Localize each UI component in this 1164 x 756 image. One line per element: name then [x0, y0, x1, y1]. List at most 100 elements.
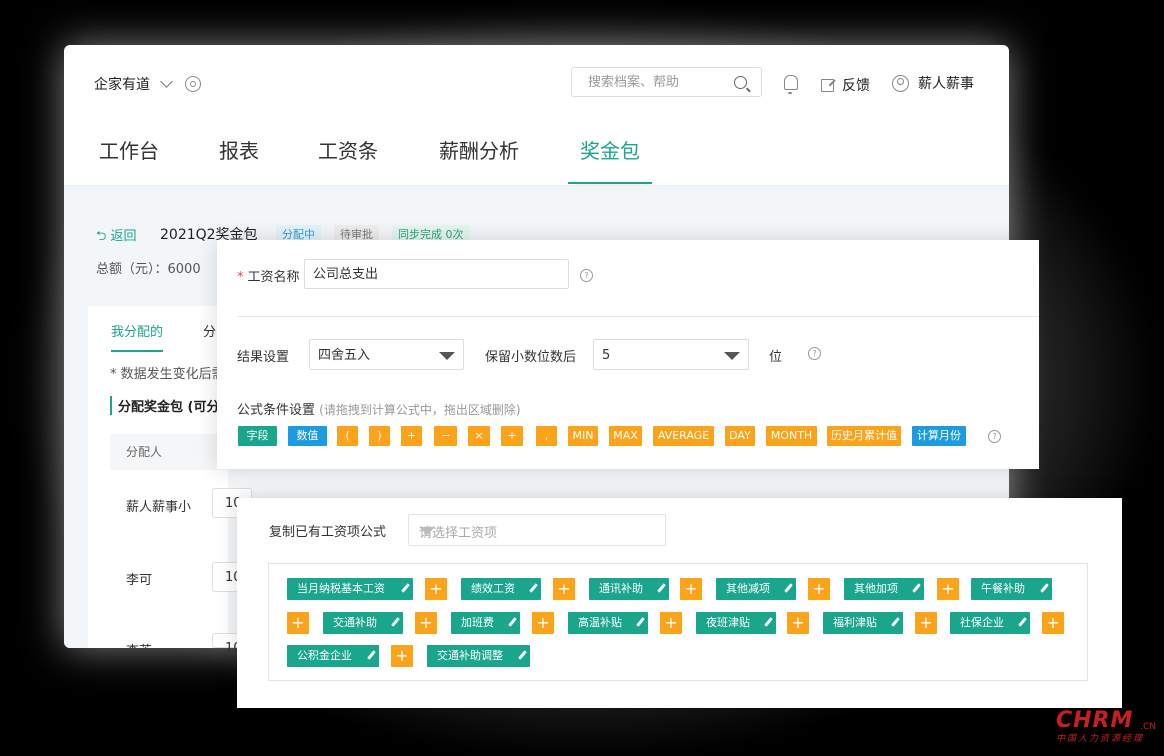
- feedback-button[interactable]: 反馈: [821, 75, 870, 95]
- nav-tab-reports[interactable]: 报表: [219, 135, 259, 182]
- add-button[interactable]: +: [915, 612, 937, 634]
- tab-my-assignments[interactable]: 我分配的: [111, 321, 164, 352]
- pencil-icon[interactable]: [529, 583, 538, 593]
- add-button[interactable]: +: [425, 578, 447, 600]
- search-icon[interactable]: [734, 76, 747, 89]
- salary-item-tag[interactable]: 绩效工资: [461, 578, 541, 600]
- pencil-icon[interactable]: [1040, 583, 1049, 593]
- add-button[interactable]: +: [808, 578, 830, 600]
- pencil-icon[interactable]: [508, 617, 517, 627]
- salary-item-tag[interactable]: 夜班津贴: [696, 612, 776, 634]
- result-setting-label: 结果设置: [237, 350, 290, 365]
- salary-item-tag[interactable]: 公积金企业: [287, 645, 379, 667]
- help-icon[interactable]: ?: [808, 347, 821, 360]
- pencil-icon[interactable]: [391, 617, 400, 627]
- pencil-icon[interactable]: [636, 617, 645, 627]
- nav-tab-bonus[interactable]: 奖金包: [568, 135, 652, 184]
- add-button[interactable]: +: [787, 612, 809, 634]
- pencil-icon[interactable]: [1018, 617, 1027, 627]
- chip-calc-month[interactable]: 计算月份: [912, 426, 966, 446]
- salary-item-label: 交通补助调整: [437, 649, 503, 662]
- salary-item-label: 其他减项: [726, 582, 770, 595]
- chip-min[interactable]: MIN: [568, 426, 598, 446]
- nav-tab-payslip[interactable]: 工资条: [318, 135, 378, 182]
- salary-item-tag[interactable]: 通讯补助: [589, 578, 669, 600]
- chip-number[interactable]: 数值: [288, 426, 327, 446]
- dropdown-arrow-icon[interactable]: [439, 352, 455, 360]
- top-bar: 企家有道 反馈 薪人薪事: [64, 45, 1009, 119]
- salary-item-select[interactable]: 请选择工资项: [408, 514, 666, 546]
- logo-text: CHRM: [1056, 708, 1134, 733]
- add-button[interactable]: +: [391, 645, 413, 667]
- chip-max[interactable]: MAX: [609, 426, 642, 446]
- salary-item-tag[interactable]: 交通补助调整: [427, 645, 530, 667]
- search-box[interactable]: [571, 67, 762, 97]
- salary-item-tag[interactable]: 其他加项: [844, 578, 924, 600]
- dropdown-arrow-icon[interactable]: [724, 352, 740, 360]
- pencil-icon[interactable]: [518, 650, 527, 660]
- pencil-icon[interactable]: [401, 583, 410, 593]
- assignee-name: 薪人薪事小: [126, 500, 192, 515]
- salary-item-tag[interactable]: 加班费: [451, 612, 520, 634]
- decimal-select[interactable]: 5: [593, 339, 749, 370]
- chip-lparen[interactable]: (: [337, 426, 358, 446]
- chip-minus[interactable]: −: [434, 426, 457, 446]
- chevron-down-icon[interactable]: [160, 75, 173, 88]
- assignment-card: 我分配的 分 * 数据发生变化后需 分配奖金包 (可分 分配人 薪人薪事小 李可…: [88, 306, 228, 648]
- help-icon[interactable]: ?: [988, 430, 1001, 443]
- salary-item-tag[interactable]: 交通补助: [323, 612, 403, 634]
- add-button[interactable]: +: [937, 578, 959, 600]
- feedback-label: 反馈: [842, 78, 870, 94]
- help-icon[interactable]: ?: [580, 269, 593, 282]
- chip-month[interactable]: MONTH: [766, 426, 817, 446]
- add-button[interactable]: +: [680, 578, 702, 600]
- nav-tab-workbench[interactable]: 工作台: [99, 135, 159, 182]
- chip-plus[interactable]: +: [501, 426, 523, 446]
- add-button[interactable]: +: [415, 612, 437, 634]
- add-button[interactable]: +: [1042, 612, 1064, 634]
- salary-item-label: 公积金企业: [297, 649, 352, 662]
- nav-tab-salary-analysis[interactable]: 薪酬分析: [439, 135, 519, 182]
- bell-icon[interactable]: [784, 75, 798, 94]
- back-link[interactable]: ⮌ 返回: [96, 225, 137, 249]
- condition-label-text: 公式条件设置: [237, 403, 316, 418]
- salary-item-tag[interactable]: 高温补贴: [568, 612, 648, 634]
- dropdown-arrow-icon[interactable]: [419, 527, 435, 535]
- salary-item-tag[interactable]: 当月纳税基本工资: [287, 578, 413, 600]
- salary-item-tag[interactable]: 福利津贴: [823, 612, 903, 634]
- chip-rparen[interactable]: ): [369, 426, 390, 446]
- add-button[interactable]: +: [532, 612, 554, 634]
- formula-settings-panel: * 工资名称 公司总支出 ? 结果设置 四舍五入 保留小数位数后 5 位 ? 公式…: [217, 240, 1039, 469]
- chip-day[interactable]: DAY: [725, 426, 755, 446]
- pencil-icon[interactable]: [657, 583, 666, 593]
- pencil-icon[interactable]: [784, 583, 793, 593]
- salary-item-tag[interactable]: 社保企业: [950, 612, 1030, 634]
- chip-multiply[interactable]: ×: [468, 426, 490, 446]
- user-menu[interactable]: 薪人薪事: [892, 73, 974, 93]
- company-switcher[interactable]: 企家有道: [94, 74, 201, 94]
- search-input[interactable]: [586, 74, 730, 91]
- salary-name-input[interactable]: 公司总支出: [304, 259, 569, 289]
- tab-other[interactable]: 分: [203, 321, 216, 340]
- salary-item-label: 通讯补助: [599, 582, 643, 595]
- copy-formula-panel: 复制已有工资项公式 请选择工资项 当月纳税基本工资 + 绩效工资 + 通讯补助 …: [237, 498, 1122, 708]
- chip-comma[interactable]: ,: [536, 426, 557, 446]
- chip-history-cumulative[interactable]: 历史月累计值: [827, 426, 901, 446]
- pencil-icon[interactable]: [367, 650, 376, 660]
- rounding-value: 四舍五入: [318, 348, 371, 363]
- pencil-icon[interactable]: [912, 583, 921, 593]
- chip-field[interactable]: 字段: [238, 426, 277, 446]
- pencil-icon[interactable]: [764, 617, 773, 627]
- add-button[interactable]: +: [553, 578, 575, 600]
- salary-item-tag[interactable]: 其他减项: [716, 578, 796, 600]
- add-button[interactable]: +: [660, 612, 682, 634]
- gear-icon[interactable]: [185, 76, 201, 92]
- salary-item-label: 当月纳税基本工资: [297, 582, 385, 595]
- salary-item-label: 午餐补助: [981, 582, 1025, 595]
- salary-item-tag[interactable]: 午餐补助: [971, 578, 1052, 600]
- rounding-select[interactable]: 四舍五入: [309, 339, 464, 370]
- chip-plus[interactable]: +: [401, 426, 422, 446]
- add-button[interactable]: +: [287, 612, 309, 634]
- pencil-icon[interactable]: [891, 617, 900, 627]
- chip-average[interactable]: AVERAGE: [653, 426, 714, 446]
